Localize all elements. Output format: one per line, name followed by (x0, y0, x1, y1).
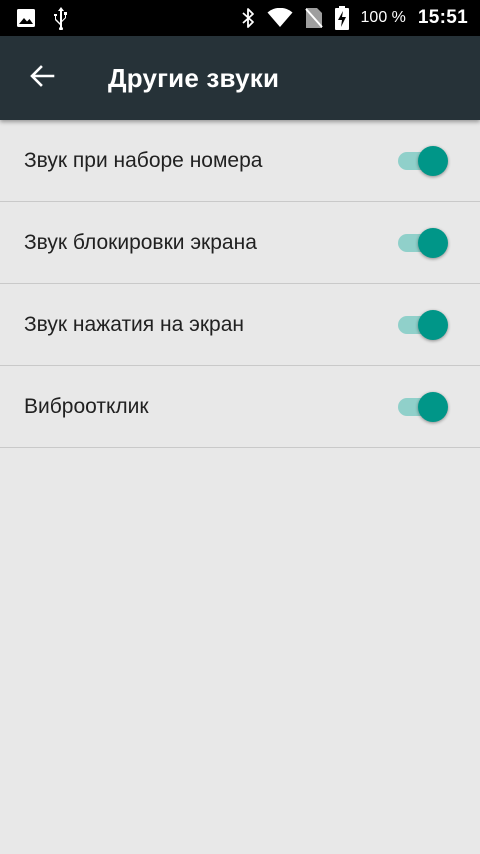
status-right-icons: 100 % 15:51 (241, 6, 468, 30)
setting-label: Звук блокировки экрана (24, 230, 257, 254)
toggle-thumb (418, 309, 448, 340)
status-left-icons (16, 6, 70, 30)
setting-row-lock-sound[interactable]: Звук блокировки экрана (0, 202, 480, 284)
status-bar: 100 % 15:51 (0, 0, 480, 36)
image-icon (16, 8, 36, 28)
lock-sound-toggle[interactable] (398, 226, 450, 260)
touch-sound-toggle[interactable] (398, 308, 450, 342)
battery-percentage: 100 % (360, 9, 406, 26)
back-button[interactable] (14, 50, 70, 106)
toggle-thumb (418, 145, 448, 176)
setting-row-dial-sound[interactable]: Звук при наборе номера (0, 120, 480, 202)
setting-row-vibration-feedback[interactable]: Виброотклик (0, 366, 480, 448)
arrow-back-icon (29, 63, 55, 94)
bluetooth-icon (241, 7, 255, 29)
toggle-thumb (418, 391, 448, 422)
wifi-icon (267, 8, 293, 28)
settings-list: Звук при наборе номера Звук блокировки э… (0, 120, 480, 448)
clock: 15:51 (417, 7, 468, 28)
setting-label: Звук при наборе номера (24, 148, 263, 172)
vibration-feedback-toggle[interactable] (398, 390, 450, 424)
dial-sound-toggle[interactable] (398, 144, 450, 178)
usb-icon (52, 6, 70, 30)
battery-charging-icon (334, 6, 349, 30)
toolbar: Другие звуки (0, 36, 480, 120)
setting-label: Виброотклик (24, 394, 149, 418)
setting-row-touch-sound[interactable]: Звук нажатия на экран (0, 284, 480, 366)
page-title: Другие звуки (108, 62, 280, 93)
no-sim-icon (304, 7, 323, 29)
setting-label: Звук нажатия на экран (24, 312, 244, 336)
toggle-thumb (418, 227, 448, 258)
